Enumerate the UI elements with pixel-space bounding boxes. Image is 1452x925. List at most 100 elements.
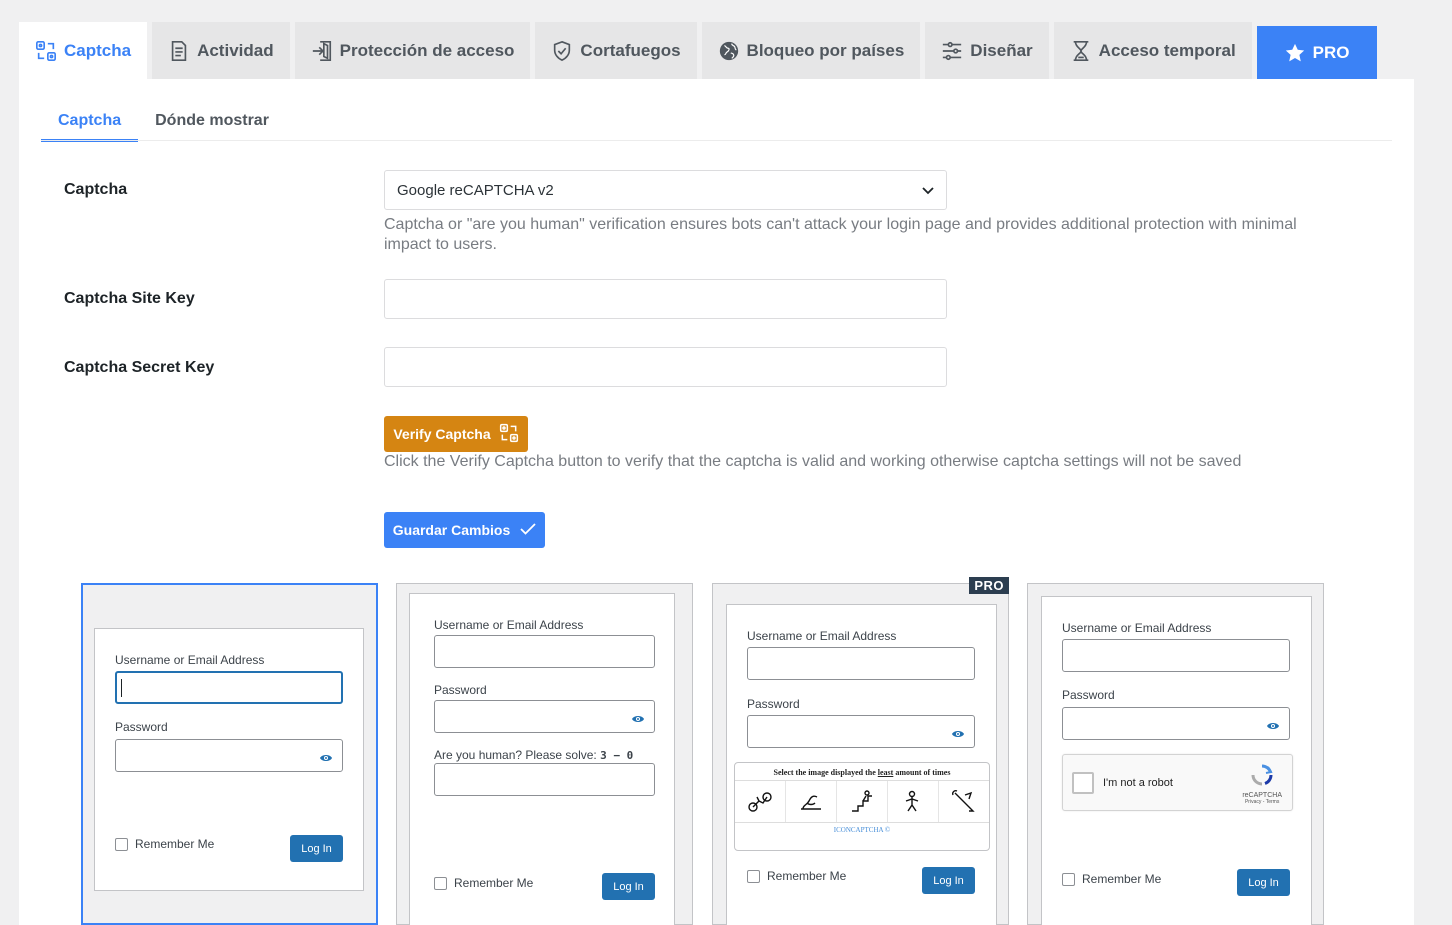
site-key-input[interactable]: [384, 279, 947, 319]
subtab-donde-mostrar[interactable]: Dónde mostrar: [138, 99, 286, 142]
username-label: Username or Email Address: [434, 618, 584, 632]
password-input: [1062, 707, 1290, 740]
username-input: [747, 647, 975, 680]
password-input: [747, 715, 975, 748]
globe-icon: [718, 40, 740, 62]
eye-icon: [951, 726, 965, 744]
tab-label: Captcha: [64, 40, 132, 60]
password-label: Password: [115, 720, 168, 734]
bicycle-icon: [735, 781, 786, 822]
tab-disenar[interactable]: Diseñar: [925, 22, 1049, 79]
login-button: Log In: [602, 873, 655, 900]
remember-checkbox: [434, 876, 447, 890]
remember-checkbox: [1062, 872, 1075, 886]
captcha-type-select[interactable]: Google reCAPTCHA v2: [384, 170, 947, 210]
shield-check-icon: [551, 40, 573, 62]
remember-me: Remember Me: [1062, 872, 1161, 886]
username-label: Username or Email Address: [1062, 621, 1212, 635]
recaptcha-logo: reCAPTCHA Privacy - Terms: [1242, 763, 1282, 805]
login-form-preview: Username or Email Address Password I'm n…: [1041, 596, 1312, 925]
captcha-preview-iconcaptcha[interactable]: PRO Username or Email Address Password S…: [712, 577, 1009, 925]
username-input: [1062, 639, 1290, 672]
figure-icon: [888, 781, 939, 822]
captcha-icon: [35, 40, 57, 62]
tab-pro[interactable]: PRO: [1256, 26, 1377, 79]
eye-icon: [319, 750, 333, 768]
hourglass-icon: [1070, 40, 1092, 62]
recaptcha-text: I'm not a robot: [1103, 777, 1173, 789]
remember-me: Remember Me: [434, 876, 533, 890]
captcha-help-text: Captcha or "are you human" verification …: [384, 216, 1297, 253]
tab-actividad[interactable]: Actividad: [152, 22, 290, 79]
login-button: Log In: [290, 835, 343, 862]
math-answer-input: [434, 763, 655, 796]
login-button: Log In: [1237, 869, 1290, 896]
sled-icon: [786, 781, 837, 822]
password-label: Password: [1062, 688, 1115, 702]
captcha-type-value: Google reCAPTCHA v2: [397, 181, 554, 199]
icon-captcha-title: Select the image displayed the least amo…: [735, 763, 989, 781]
tab-label: Actividad: [197, 40, 274, 60]
icon-captcha-footer: ICONCAPTCHA ©: [833, 826, 891, 834]
document-icon: [168, 40, 190, 62]
recaptcha-brand: reCAPTCHA: [1242, 792, 1282, 799]
tab-bloqueo-paises[interactable]: Bloqueo por países: [701, 22, 921, 79]
checkmark-icon: [520, 522, 536, 538]
remember-label: Remember Me: [454, 876, 534, 890]
login-form-preview: Username or Email Address Password Remem…: [94, 628, 364, 891]
tab-acceso-temporal[interactable]: Acceso temporal: [1053, 22, 1252, 79]
chevron-down-icon: [922, 182, 934, 199]
login-button: Log In: [922, 867, 975, 894]
remember-label: Remember Me: [767, 869, 847, 883]
icon-captcha-options: [735, 781, 989, 823]
login-form-preview: Username or Email Address Password Are y…: [409, 593, 675, 925]
remember-me: Remember Me: [747, 869, 846, 883]
remember-label: Remember Me: [1082, 872, 1162, 886]
wrench-icon: [939, 781, 989, 822]
pro-badge: PRO: [969, 577, 1009, 594]
subtab-captcha[interactable]: Captcha: [41, 99, 139, 142]
username-input: [115, 671, 343, 704]
captcha-label: Captcha: [64, 181, 128, 198]
sub-tabs: Captcha Dónde mostrar: [41, 99, 286, 142]
password-input: [115, 739, 343, 772]
tab-proteccion-acceso[interactable]: Protección de acceso: [294, 22, 531, 79]
eye-icon: [631, 711, 645, 729]
math-captcha-label: Are you human? Please solve: 3 − 0: [434, 748, 634, 762]
captcha-preview-math[interactable]: Username or Email Address Password Are y…: [396, 583, 693, 925]
tab-label: PRO: [1312, 42, 1350, 62]
recaptcha-links: Privacy - Terms: [1244, 799, 1280, 805]
secret-key-label: Captcha Secret Key: [64, 359, 215, 376]
remember-checkbox: [747, 869, 760, 883]
captcha-icon: [499, 423, 519, 446]
tab-label: Bloqueo por países: [746, 40, 905, 60]
password-label: Password: [434, 683, 487, 697]
verify-help-text: Click the Verify Captcha button to verif…: [384, 453, 1242, 470]
verify-captcha-button[interactable]: Verify Captcha: [384, 416, 528, 452]
recaptcha-icon: [1250, 764, 1274, 791]
verify-captcha-label: Verify Captcha: [393, 426, 491, 442]
tab-label: Cortafuegos: [580, 40, 681, 60]
password-label: Password: [747, 697, 800, 711]
recaptcha-checkbox: [1072, 772, 1094, 794]
eye-icon: [1266, 718, 1280, 736]
login-form-preview: Username or Email Address Password Selec…: [726, 604, 997, 925]
login-door-icon: [311, 40, 333, 62]
sliders-icon: [941, 40, 963, 62]
remember-me: Remember Me: [115, 837, 214, 851]
recaptcha-widget: I'm not a robot reCAPTCHA Privacy - Term…: [1062, 754, 1293, 811]
secret-key-input[interactable]: [384, 347, 947, 387]
captcha-preview-recaptcha[interactable]: Username or Email Address Password I'm n…: [1027, 583, 1324, 925]
divider: [41, 140, 1392, 141]
site-key-label: Captcha Site Key: [64, 290, 195, 307]
top-tabs: Captcha Actividad Protección de acceso C…: [19, 22, 1377, 79]
username-label: Username or Email Address: [115, 653, 265, 667]
tab-captcha[interactable]: Captcha: [19, 22, 148, 79]
username-label: Username or Email Address: [747, 629, 897, 643]
remember-label: Remember Me: [135, 837, 215, 851]
tab-cortafuegos[interactable]: Cortafuegos: [535, 22, 697, 79]
tab-label: Diseñar: [970, 40, 1033, 60]
save-changes-button[interactable]: Guardar Cambios: [384, 512, 545, 548]
math-expression: 3 − 0: [600, 749, 634, 762]
captcha-preview-none[interactable]: Username or Email Address Password Remem…: [81, 583, 378, 925]
